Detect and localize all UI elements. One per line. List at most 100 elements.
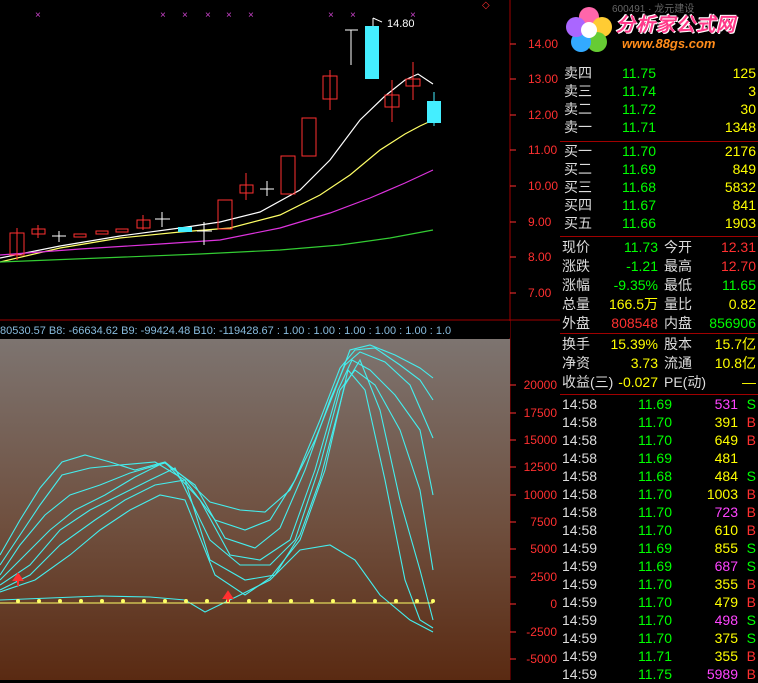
trade-time: 14:58 [562, 504, 598, 520]
svg-text:17500: 17500 [524, 406, 558, 420]
trade-row[interactable]: 14:59 11.70 479 B [562, 593, 758, 611]
quote-label: 涨跌 [562, 258, 590, 274]
trade-side: B [746, 522, 756, 538]
bid-row[interactable]: 买四 11.67 841 [562, 196, 758, 214]
quote-value: 11.73 [624, 239, 658, 255]
trade-price: 11.69 [638, 558, 672, 574]
trade-side: S [746, 468, 756, 484]
ask-row[interactable]: 卖三 11.74 3 [562, 82, 758, 100]
trade-time: 14:58 [562, 396, 598, 412]
trade-volume: 375 [714, 630, 738, 646]
chart-area[interactable]: 14.00 13.00 12.00 11.00 10.00 9.00 8.00 … [0, 0, 560, 680]
trade-price: 11.70 [638, 414, 672, 430]
fundamental-value: 10.8亿 [714, 355, 756, 371]
ask-row[interactable]: 卖二 11.72 30 [562, 100, 758, 118]
quote-row[interactable]: 现价 11.73 今开 12.31 [562, 238, 758, 256]
bid-row[interactable]: 买二 11.69 849 [562, 160, 758, 178]
trade-row[interactable]: 14:59 11.70 375 S [562, 629, 758, 647]
trade-volume: 610 [714, 522, 738, 538]
trade-row[interactable]: 14:59 11.69 687 S [562, 557, 758, 575]
trade-price: 11.69 [638, 450, 672, 466]
fundamental-value: — [742, 374, 756, 390]
quote-row[interactable]: 外盘 808548 内盘 856906 [562, 314, 758, 332]
bid-label: 买四 [564, 197, 592, 213]
trade-side: B [746, 648, 756, 664]
price-chart-panel[interactable] [0, 0, 510, 320]
fundamental-row[interactable]: 收益(三) -0.027 PE(动) — [562, 373, 758, 391]
trade-row[interactable]: 14:58 11.70 649 B [562, 431, 758, 449]
trade-row[interactable]: 14:58 11.70 1003 B [562, 485, 758, 503]
svg-text:×: × [35, 10, 41, 21]
bid-volume: 5832 [724, 179, 756, 195]
quote-row[interactable]: 涨幅 -9.35% 最低 11.65 [562, 276, 758, 294]
ask-row[interactable]: 卖四 11.75 125 [562, 64, 758, 82]
fundamental-label: PE(动) [664, 374, 706, 390]
bid-price: 11.70 [622, 143, 656, 159]
trade-volume: 1003 [706, 486, 738, 502]
trade-volume: 649 [714, 432, 738, 448]
trade-volume: 531 [714, 396, 738, 412]
trade-volume: 855 [714, 540, 738, 556]
site-logo: 600491 · 龙元建设 分析家公式网 www.88gs.com [560, 0, 758, 58]
svg-text:10000: 10000 [524, 488, 558, 502]
quote-row[interactable]: 总量 166.5万 量比 0.82 [562, 295, 758, 313]
trade-time: 14:59 [562, 612, 598, 628]
trade-price: 11.70 [638, 594, 672, 610]
quote-value: 11.65 [722, 277, 756, 293]
bid-row[interactable]: 买五 11.66 1903 [562, 214, 758, 232]
ask-volume: 30 [740, 101, 756, 117]
trade-price: 11.70 [638, 522, 672, 538]
trade-time: 14:58 [562, 450, 598, 466]
trade-time: 14:58 [562, 414, 598, 430]
trade-side: B [746, 666, 756, 682]
fundamental-row[interactable]: 换手 15.39% 股本 15.7亿 [562, 335, 758, 353]
trade-volume: 484 [714, 468, 738, 484]
trade-side: S [746, 396, 756, 412]
quote-panel: 600491 · 龙元建设 分析家公式网 www.88gs.com 卖四 11.7… [560, 0, 758, 683]
flower-logo-icon [566, 7, 612, 52]
svg-text:15000: 15000 [524, 433, 558, 447]
ask-label: 卖三 [564, 83, 592, 99]
bid-volume: 849 [732, 161, 756, 177]
quote-label: 现价 [562, 239, 590, 255]
bid-price: 11.69 [622, 161, 656, 177]
bid-price: 11.68 [622, 179, 656, 195]
ask-volume: 3 [748, 83, 756, 99]
price-label: 12.00 [528, 108, 558, 122]
trade-price: 11.71 [638, 648, 672, 664]
ask-price: 11.74 [622, 83, 656, 99]
trade-row[interactable]: 14:58 11.70 723 B [562, 503, 758, 521]
trade-row[interactable]: 14:58 11.69 481 [562, 449, 758, 467]
trade-price: 11.70 [638, 576, 672, 592]
trade-side: S [746, 540, 756, 556]
fundamental-row[interactable]: 净资 3.73 流通 10.8亿 [562, 354, 758, 372]
trade-price: 11.70 [638, 486, 672, 502]
trade-row[interactable]: 14:59 11.69 855 S [562, 539, 758, 557]
trade-volume: 391 [714, 414, 738, 430]
quote-row[interactable]: 涨跌 -1.21 最高 12.70 [562, 257, 758, 275]
trade-time: 14:58 [562, 468, 598, 484]
bid-row[interactable]: 买三 11.68 5832 [562, 178, 758, 196]
quote-value: -1.21 [626, 258, 658, 274]
trade-row[interactable]: 14:59 11.70 355 B [562, 575, 758, 593]
bid-row[interactable]: 买一 11.70 2176 [562, 142, 758, 160]
trade-volume: 355 [714, 576, 738, 592]
trade-price: 11.69 [638, 396, 672, 412]
ask-row[interactable]: 卖一 11.71 1348 [562, 118, 758, 136]
trade-time: 14:59 [562, 540, 598, 556]
fundamental-label: 股本 [664, 336, 692, 352]
quote-value: 12.31 [720, 239, 756, 255]
trade-side: B [746, 486, 756, 502]
logo-title: 分析家公式网 [616, 15, 737, 36]
trade-row[interactable]: 14:58 11.70 391 B [562, 413, 758, 431]
trade-row[interactable]: 14:58 11.69 531 S [562, 395, 758, 413]
fundamental-label: 换手 [562, 336, 590, 352]
trade-row[interactable]: 14:59 11.71 355 B [562, 647, 758, 665]
trade-time: 14:58 [562, 486, 598, 502]
trade-row[interactable]: 14:59 11.70 498 S [562, 611, 758, 629]
trade-row[interactable]: 14:59 11.75 5989 B [562, 665, 758, 683]
fundamental-value: 15.39% [610, 336, 658, 352]
trade-price: 11.68 [638, 468, 672, 484]
trade-row[interactable]: 14:58 11.68 484 S [562, 467, 758, 485]
trade-row[interactable]: 14:58 11.70 610 B [562, 521, 758, 539]
